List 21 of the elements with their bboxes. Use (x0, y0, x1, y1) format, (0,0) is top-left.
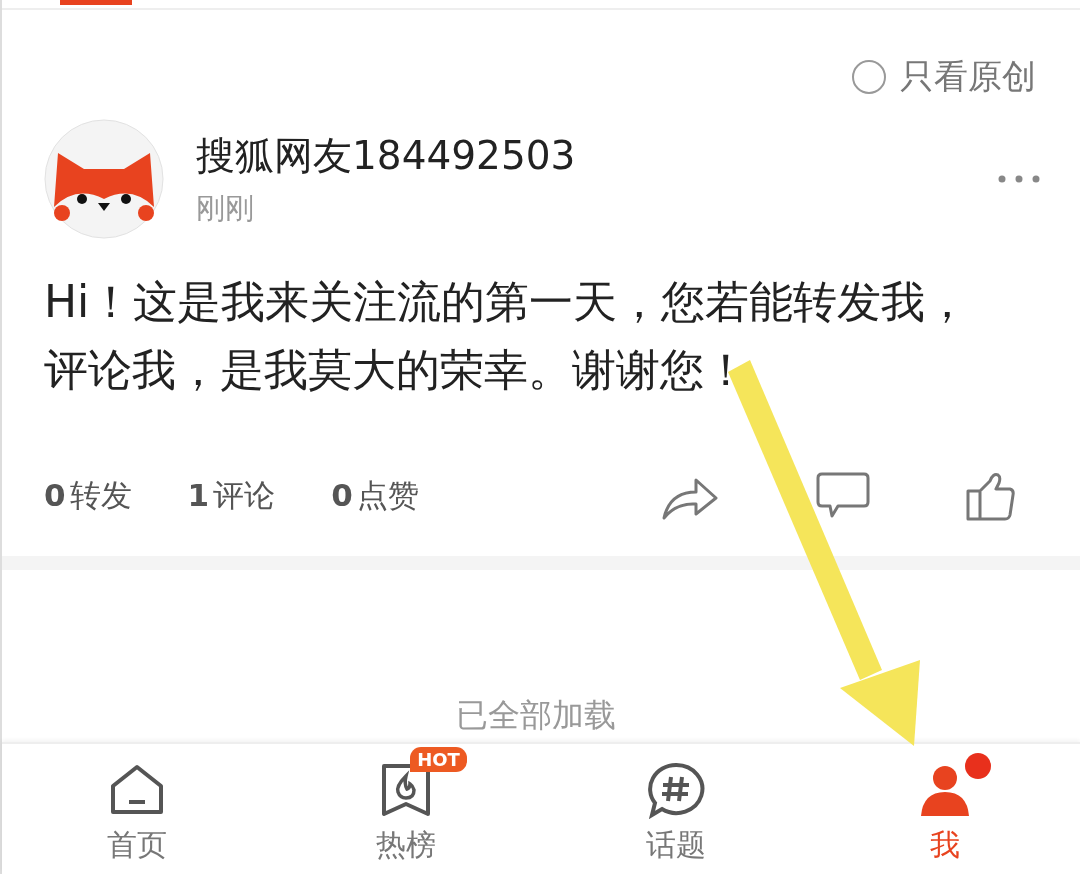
nav-tab[interactable]: 我 (810, 744, 1080, 874)
radio-icon[interactable] (852, 60, 886, 94)
hot-badge: HOT (410, 746, 467, 772)
home-icon (108, 763, 165, 816)
original-only-toggle[interactable]: 只看原创 (852, 48, 1036, 106)
more-icon[interactable] (998, 175, 1040, 183)
all-loaded-text: 已全部加载 (456, 695, 616, 736)
nav-tab[interactable]: 话题 (541, 744, 811, 874)
nav-tab[interactable]: 首页 (2, 744, 272, 874)
post-time: 刚刚 (196, 190, 255, 227)
comment-icon[interactable] (816, 472, 870, 520)
thumbs-up-icon[interactable] (966, 471, 1016, 521)
hashtag-bubble-icon (645, 760, 706, 819)
fox-avatar[interactable] (44, 119, 164, 239)
post-stat: 0转发 (44, 476, 132, 515)
nav-tab[interactable]: HOT 热榜 (271, 744, 541, 874)
post-text: Hi！这是我来关注流的第一天，您若能转发我，评论我，是我莫大的荣幸。谢谢您！ (44, 275, 971, 397)
tab-indicator (60, 0, 132, 5)
post-stat: 1评论 (187, 476, 276, 515)
post-stat: 0 点赞 (331, 476, 419, 515)
author-name[interactable]: 搜狐网友184492503 (196, 129, 998, 183)
